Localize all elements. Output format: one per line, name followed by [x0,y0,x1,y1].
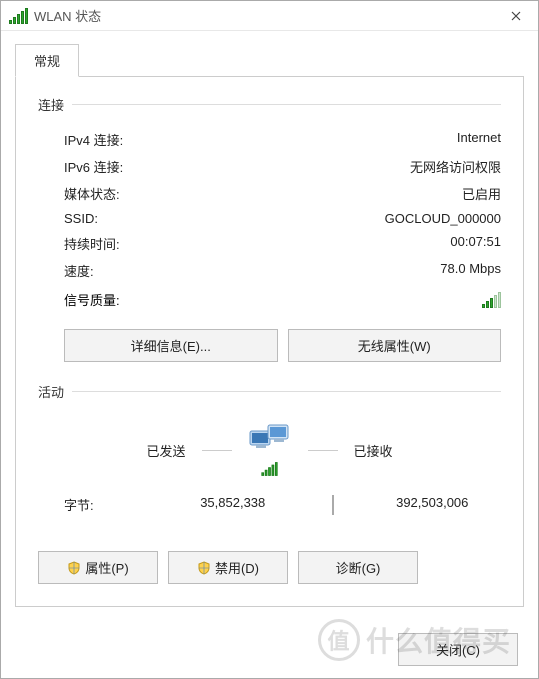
divider [332,495,334,515]
media-label: 媒体状态: [64,184,224,203]
bytes-sent-value: 35,852,338 [164,495,302,515]
dialog-footer: 关闭(C) [1,621,538,678]
disable-button[interactable]: 禁用(D) [168,551,288,584]
activity-header-label: 活动 [38,382,64,401]
wifi-icon [9,8,28,24]
divider [308,450,338,451]
connection-buttons: 详细信息(E)... 无线属性(W) [38,319,501,382]
shield-icon [197,561,211,575]
activity-visual: 已发送 已接收 [38,413,501,489]
signal-strength-icon [482,292,501,308]
shield-icon [67,561,81,575]
wireless-properties-button[interactable]: 无线属性(W) [288,329,502,362]
bytes-received-value: 392,503,006 [364,495,502,515]
activity-group-header: 活动 [38,382,501,401]
media-value: 已启用 [224,184,501,203]
ssid-row: SSID: GOCLOUD_000000 [38,207,501,230]
divider [72,391,501,392]
duration-row: 持续时间: 00:07:51 [38,230,501,257]
duration-label: 持续时间: [64,234,224,253]
received-label: 已接收 [354,441,464,460]
details-button[interactable]: 详细信息(E)... [64,329,278,362]
properties-button[interactable]: 属性(P) [38,551,158,584]
disable-button-label: 禁用(D) [215,558,259,577]
ipv4-row: IPv4 连接: Internet [38,126,501,153]
window-title: WLAN 状态 [34,6,493,25]
speed-row: 速度: 78.0 Mbps [38,257,501,284]
wifi-signal-icon [261,462,277,476]
close-icon [511,11,521,21]
tabs: 常规 [1,31,538,76]
ipv6-label: IPv6 连接: [64,157,224,176]
speed-value: 78.0 Mbps [224,261,501,280]
connection-group-header: 连接 [38,95,501,114]
media-state-row: 媒体状态: 已启用 [38,180,501,207]
sent-label: 已发送 [76,441,186,460]
signal-quality-row: 信号质量: [38,284,501,319]
connection-header-label: 连接 [38,95,64,114]
speed-label: 速度: [64,261,224,280]
bytes-label: 字节: [64,495,164,515]
diagnose-button[interactable]: 诊断(G) [298,551,418,584]
ipv4-label: IPv4 连接: [64,130,224,149]
tab-general[interactable]: 常规 [15,44,79,77]
divider [72,104,501,105]
tab-content: 连接 IPv4 连接: Internet IPv6 连接: 无网络访问权限 媒体… [15,76,524,607]
ipv6-value: 无网络访问权限 [224,157,501,176]
ssid-value: GOCLOUD_000000 [224,211,501,226]
close-window-button[interactable] [493,1,538,31]
action-buttons: 属性(P) 禁用(D) 诊断(G) [38,551,501,584]
divider [202,450,232,451]
ipv4-value: Internet [224,130,501,149]
duration-value: 00:07:51 [224,234,501,253]
close-button[interactable]: 关闭(C) [398,633,518,666]
signal-label: 信号质量: [64,290,482,309]
ssid-label: SSID: [64,211,224,226]
titlebar[interactable]: WLAN 状态 [1,1,538,31]
ipv6-row: IPv6 连接: 无网络访问权限 [38,153,501,180]
network-activity-icon [248,423,292,477]
wlan-status-dialog: WLAN 状态 常规 连接 IPv4 连接: Internet IPv6 连接:… [0,0,539,679]
properties-button-label: 属性(P) [85,558,128,577]
bytes-row: 字节: 35,852,338 392,503,006 [38,489,501,533]
